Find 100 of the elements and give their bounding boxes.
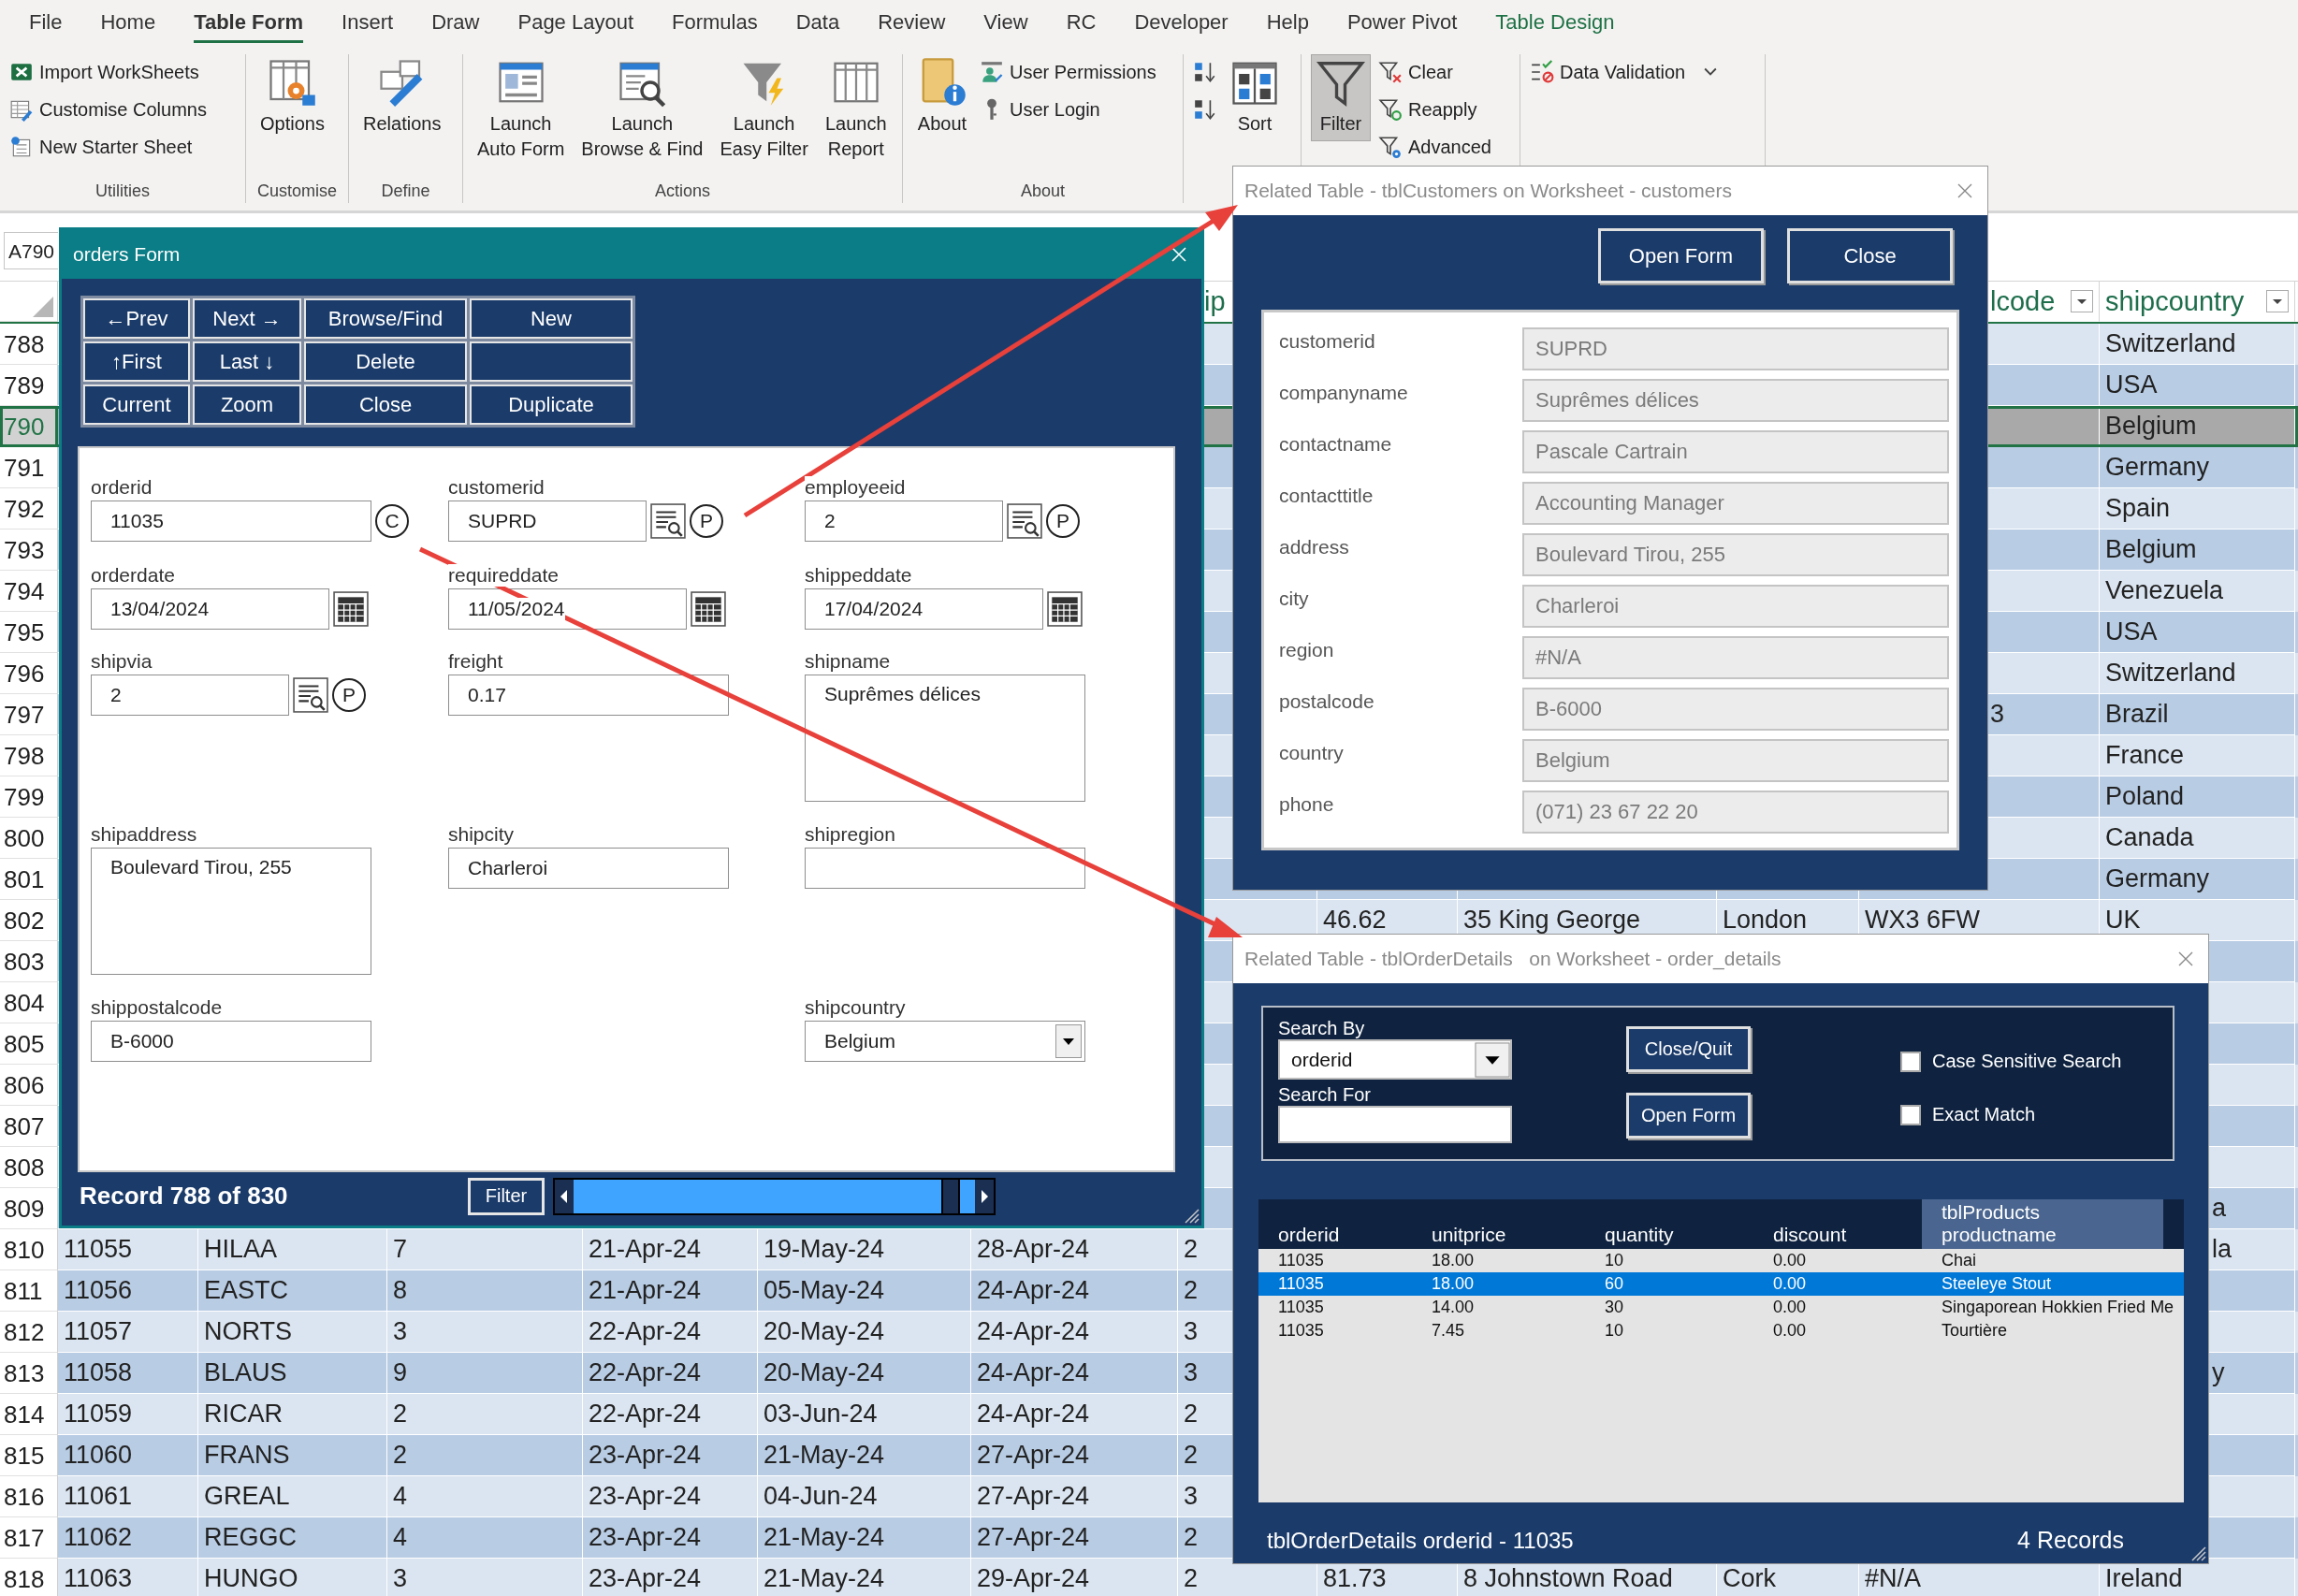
ribbon-button[interactable]: Import WorkSheets <box>9 56 207 88</box>
text-field[interactable]: 11035 <box>91 501 371 542</box>
name-box[interactable]: A790 <box>4 232 58 269</box>
ribbon-tab[interactable]: Help <box>1266 4 1309 43</box>
ribbon-button[interactable]: Relations <box>358 54 446 141</box>
ribbon-tab[interactable]: RC <box>1066 4 1097 43</box>
nav-button[interactable]: ↑First <box>83 341 190 382</box>
ribbon-tab[interactable]: Home <box>100 4 156 43</box>
column-header[interactable]: tblProducts productname <box>1922 1199 2163 1249</box>
ribbon-button[interactable]: Clear <box>1378 56 1491 88</box>
list-search-icon[interactable] <box>293 677 328 713</box>
calendar-icon[interactable] <box>691 591 726 627</box>
text-field[interactable] <box>805 848 1085 889</box>
ribbon-tab[interactable]: Data <box>795 4 840 43</box>
text-field[interactable]: Belgium <box>1522 739 1949 782</box>
column-header[interactable]: quantity <box>1585 1199 1753 1249</box>
nav-button[interactable]: Delete <box>304 341 467 382</box>
text-field[interactable]: 2 <box>91 675 289 716</box>
ribbon-button[interactable]: About <box>912 54 972 141</box>
text-field[interactable]: B-6000 <box>1522 688 1949 731</box>
text-area[interactable]: Boulevard Tirou, 255 <box>91 848 371 975</box>
date-field[interactable]: 17/04/2024 <box>805 588 1043 630</box>
text-field[interactable]: 2 <box>805 501 1003 542</box>
search-field[interactable] <box>1278 1106 1512 1143</box>
date-field[interactable]: 13/04/2024 <box>91 588 329 630</box>
filter-dropdown-icon[interactable] <box>2266 290 2289 312</box>
nav-button[interactable]: Current <box>83 384 190 425</box>
text-field[interactable]: (071) 23 67 22 20 <box>1522 791 1949 834</box>
dialog-button[interactable]: Open Form <box>1626 1093 1751 1139</box>
column-header[interactable]: discount <box>1753 1199 1922 1249</box>
ribbon-button[interactable]: New Starter Sheet <box>9 131 207 163</box>
ribbon-button[interactable]: Customise Columns <box>9 94 207 125</box>
text-field[interactable]: Pascale Cartrain <box>1522 430 1949 473</box>
text-field[interactable]: 0.17 <box>448 675 729 716</box>
nav-button[interactable]: Last ↓ <box>193 341 301 382</box>
ribbon-tab[interactable]: File <box>29 4 63 43</box>
ribbon-button[interactable]: Advanced <box>1378 131 1491 163</box>
nav-button[interactable]: Close <box>304 384 467 425</box>
scroll-bar[interactable] <box>553 1177 996 1215</box>
list-search-icon[interactable] <box>1007 503 1042 539</box>
circle-button[interactable]: C <box>375 504 409 538</box>
ribbon-button[interactable]: Launch Report <box>820 54 892 167</box>
nav-button[interactable]: Duplicate <box>470 384 633 425</box>
list-row[interactable]: 11035 7.45 10 0.00 Tourtière <box>1258 1319 2184 1342</box>
ribbon-tab[interactable]: Page Layout <box>517 4 633 43</box>
ribbon-tab[interactable]: Table Form <box>194 4 304 43</box>
nav-button[interactable]: ←Prev <box>83 298 190 339</box>
dialog-button[interactable]: Open Form <box>1598 228 1764 283</box>
list-row[interactable]: 11035 18.00 60 0.00 Steeleye Stout <box>1258 1272 2184 1296</box>
filter-button[interactable]: Filter <box>468 1177 545 1215</box>
dialog-button[interactable]: Close <box>1787 228 1953 283</box>
ribbon-tab[interactable]: Draw <box>431 4 480 43</box>
ribbon-tab[interactable]: Developer <box>1134 4 1229 43</box>
nav-button[interactable]: Zoom <box>193 384 301 425</box>
ribbon-button[interactable]: Launch Auto Form <box>473 54 570 167</box>
ribbon-button[interactable]: Reapply <box>1378 94 1491 125</box>
calendar-icon[interactable] <box>1047 591 1083 627</box>
column-header[interactable]: orderid <box>1258 1199 1412 1249</box>
text-field[interactable]: Suprêmes délices <box>1522 379 1949 422</box>
ribbon-button[interactable]: User Login <box>980 94 1156 125</box>
ribbon-button[interactable]: Options <box>255 54 329 141</box>
circle-button[interactable]: P <box>690 504 723 538</box>
checkbox[interactable] <box>1900 1104 1921 1125</box>
text-field[interactable]: B-6000 <box>91 1021 371 1062</box>
text-field[interactable]: Charleroi <box>1522 585 1949 628</box>
list-row[interactable]: 11035 14.00 30 0.00 Singaporean Hokkien Fried Me <box>1258 1296 2184 1319</box>
nav-button[interactable]: Next → <box>193 298 301 339</box>
ribbon-button[interactable]: Launch Browse & Find <box>576 54 708 167</box>
column-header[interactable]: unitprice <box>1412 1199 1585 1249</box>
ribbon-tab[interactable]: Table Design <box>1495 4 1615 43</box>
filter-dropdown-icon[interactable] <box>2071 290 2093 312</box>
blank-button[interactable] <box>470 341 633 382</box>
text-field[interactable]: Accounting Manager <box>1522 482 1949 525</box>
ribbon-tab[interactable]: Insert <box>342 4 394 43</box>
ribbon-tab[interactable]: Power Pivot <box>1346 4 1458 43</box>
close-icon[interactable] <box>1956 181 1974 200</box>
close-icon[interactable] <box>2176 950 2195 968</box>
text-field[interactable]: SUPRD <box>448 501 647 542</box>
ribbon-button[interactable]: Sort <box>1225 54 1285 141</box>
nav-button[interactable]: Browse/Find <box>304 298 467 339</box>
date-field[interactable]: 11/05/2024 <box>448 588 687 630</box>
ribbon-tab[interactable]: Formulas <box>672 4 758 43</box>
dialog-button[interactable]: Close/Quit <box>1626 1026 1751 1072</box>
list-search-icon[interactable] <box>650 503 686 539</box>
checkbox[interactable] <box>1900 1051 1921 1072</box>
text-field[interactable]: #N/A <box>1522 636 1949 679</box>
close-icon[interactable] <box>1170 245 1188 264</box>
text-field[interactable]: Charleroi <box>448 848 729 889</box>
circle-button[interactable]: P <box>332 678 366 712</box>
list-row[interactable]: 11035 18.00 10 0.00 Chai <box>1258 1249 2184 1272</box>
dropdown-field[interactable]: orderid <box>1278 1039 1512 1080</box>
dropdown-field[interactable]: Belgium <box>805 1021 1085 1062</box>
circle-button[interactable]: P <box>1046 504 1080 538</box>
ribbon-tab[interactable]: Review <box>878 4 946 43</box>
calendar-icon[interactable] <box>333 591 369 627</box>
ribbon-button[interactable]: Filter <box>1311 54 1371 141</box>
text-area[interactable]: Suprêmes délices <box>805 675 1085 802</box>
ribbon-button[interactable]: User Permissions <box>980 56 1156 88</box>
ribbon-button[interactable]: Data Validation <box>1530 56 1718 88</box>
text-field[interactable]: SUPRD <box>1522 327 1949 370</box>
